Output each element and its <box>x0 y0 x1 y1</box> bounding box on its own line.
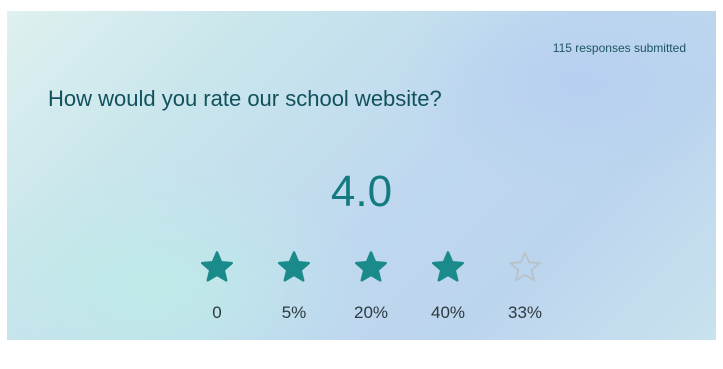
filled-star-icon <box>278 251 310 282</box>
star-column-5: 33% <box>495 249 555 323</box>
filled-star-icon <box>341 249 401 287</box>
star-distribution: 0 5% 20% 40% 33% <box>7 249 716 339</box>
filled-star-icon <box>187 249 247 287</box>
responses-count: 115 responses submitted <box>552 41 686 55</box>
star-column-4: 40% <box>418 249 478 323</box>
filled-star-icon <box>432 251 464 282</box>
filled-star-icon <box>418 249 478 287</box>
star-percent-4: 40% <box>430 303 466 322</box>
star-percent-5: 33% <box>507 303 543 322</box>
empty-star-icon <box>495 249 555 287</box>
filled-star-icon <box>201 251 233 282</box>
star-percent-3: 20% <box>353 303 389 322</box>
filled-star-icon <box>264 249 324 287</box>
star-column-1: 0 <box>187 249 247 323</box>
question-title: How would you rate our school website? <box>48 86 442 111</box>
empty-star-icon <box>509 251 541 282</box>
star-percent-2: 5% <box>281 303 307 322</box>
filled-star-icon <box>355 251 387 282</box>
star-percent-1: 0 <box>212 303 222 322</box>
rating-summary-card: 115 responses submitted How would you ra… <box>7 11 716 340</box>
star-column-2: 5% <box>264 249 324 323</box>
star-column-3: 20% <box>341 249 401 323</box>
average-rating: 4.0 <box>330 167 393 216</box>
